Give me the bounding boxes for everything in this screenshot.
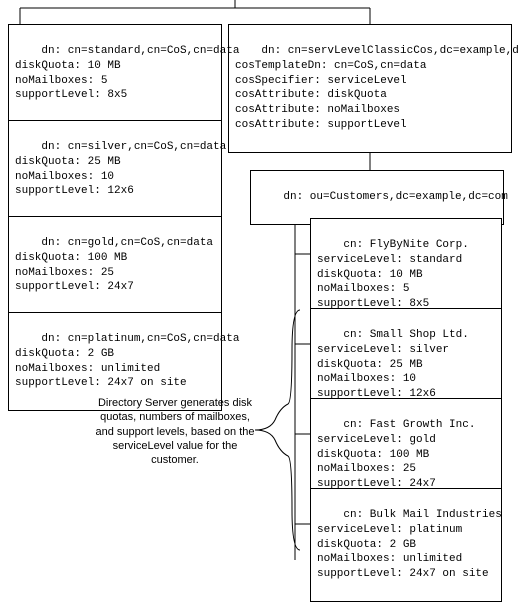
cos-definition-box: dn: cn=servLevelClassicCos,dc=example,dc… — [228, 24, 512, 153]
cos-definition-text: dn: cn=servLevelClassicCos,dc=example,dc… — [235, 45, 518, 131]
customer-smallshop-text: cn: Small Shop Ltd. serviceLevel: silver… — [317, 329, 469, 400]
template-silver-box: dn: cn=silver,cn=CoS,cn=data diskQuota: … — [8, 120, 222, 219]
customers-ou-box: dn: ou=Customers,dc=example,dc=com — [250, 170, 504, 225]
customer-bulkmail-box: cn: Bulk Mail Industries serviceLevel: p… — [310, 488, 502, 602]
template-standard-text: dn: cn=standard,cn=CoS,cn=data diskQuota… — [15, 45, 239, 102]
template-gold-box: dn: cn=gold,cn=CoS,cn=data diskQuota: 10… — [8, 216, 222, 315]
diagram-canvas: dn: cn=servLevelClassicCos,dc=example,dc… — [0, 0, 518, 578]
customer-flybynite-text: cn: FlyByNite Corp. serviceLevel: standa… — [317, 239, 469, 310]
customers-ou-text: dn: ou=Customers,dc=example,dc=com — [283, 191, 507, 203]
explanation-note-text: Directory Server generates disk quotas, … — [95, 397, 254, 466]
explanation-note: Directory Server generates disk quotas, … — [95, 396, 255, 467]
customer-bulkmail-text: cn: Bulk Mail Industries serviceLevel: p… — [317, 509, 502, 580]
template-standard-box: dn: cn=standard,cn=CoS,cn=data diskQuota… — [8, 24, 222, 123]
template-platinum-text: dn: cn=platinum,cn=CoS,cn=data diskQuota… — [15, 333, 239, 390]
template-silver-text: dn: cn=silver,cn=CoS,cn=data diskQuota: … — [15, 141, 226, 198]
template-gold-text: dn: cn=gold,cn=CoS,cn=data diskQuota: 10… — [15, 237, 213, 294]
customer-fastgrowth-text: cn: Fast Growth Inc. serviceLevel: gold … — [317, 419, 475, 490]
